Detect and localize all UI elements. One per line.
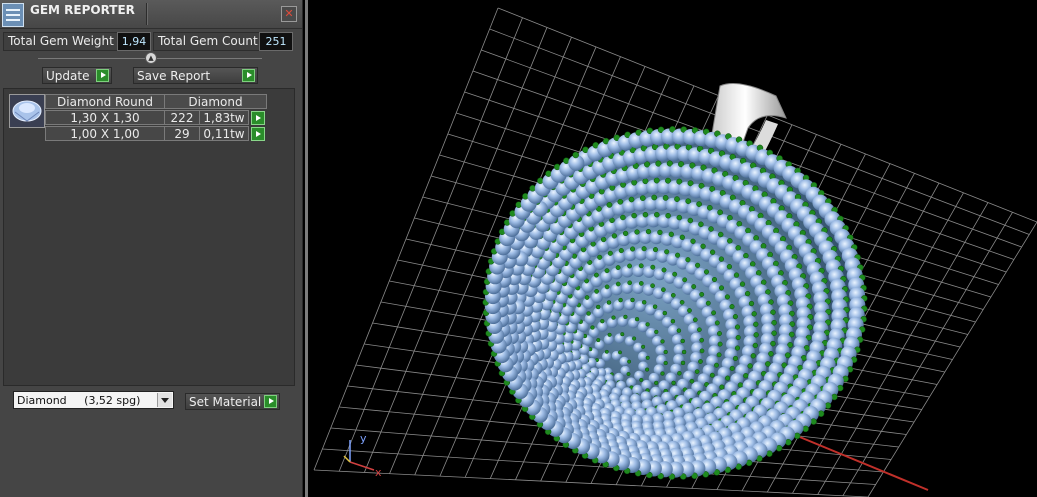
total-gem-count-label: Total Gem Count: [153, 32, 263, 51]
material-selected-value: Diamond (3,52 spg): [17, 394, 141, 407]
title-bar: GEM REPORTER ✕: [0, 0, 302, 29]
row-2-size: 1,00 X 1,00: [45, 126, 165, 141]
3d-viewport[interactable]: y x: [305, 0, 1037, 497]
viewport-canvas[interactable]: y x: [308, 0, 1037, 497]
title-separator: [146, 3, 148, 25]
row-1-weight: 1,83tw: [199, 110, 249, 125]
row-2-count: 29: [164, 126, 200, 141]
total-gem-weight-label: Total Gem Weight: [3, 32, 119, 51]
row-1-select-arrow-icon[interactable]: [251, 111, 265, 125]
chevron-down-icon[interactable]: [157, 393, 172, 407]
x-axis-label: x: [375, 466, 382, 479]
play-arrow-icon: [264, 395, 277, 408]
row-1-size: 1,30 X 1,30: [45, 110, 165, 125]
row-2-select-arrow-icon[interactable]: [251, 127, 265, 141]
y-axis-label: y: [360, 432, 367, 445]
total-gem-count-value: 251: [259, 32, 293, 51]
update-button[interactable]: Update: [42, 67, 112, 84]
column-header-shape: Diamond Round: [45, 94, 165, 109]
save-report-button-label: Save Report: [137, 69, 211, 83]
column-header-material: Diamond: [164, 94, 267, 109]
close-icon[interactable]: ✕: [281, 6, 297, 22]
row-1-count: 222: [164, 110, 200, 125]
gem-reporter-app-icon: [2, 3, 24, 27]
total-gem-weight-value: 1,94: [117, 32, 151, 51]
play-arrow-icon: [96, 69, 109, 82]
play-arrow-icon: [242, 69, 255, 82]
material-dropdown[interactable]: Diamond (3,52 spg): [13, 391, 174, 409]
set-material-button-label: Set Material: [189, 395, 262, 409]
set-material-button[interactable]: Set Material: [185, 393, 280, 410]
collapse-toggle-icon[interactable]: ▲: [145, 52, 157, 64]
row-2-weight: 0,11tw: [199, 126, 249, 141]
x-axis-line: [777, 427, 929, 491]
diamond-gem-icon: [9, 94, 45, 128]
save-report-button[interactable]: Save Report: [133, 67, 258, 84]
panel-title: GEM REPORTER: [30, 3, 135, 17]
update-button-label: Update: [46, 69, 90, 83]
gem-reporter-panel: GEM REPORTER ✕ Total Gem Weight 1,94 Tot…: [0, 0, 303, 497]
